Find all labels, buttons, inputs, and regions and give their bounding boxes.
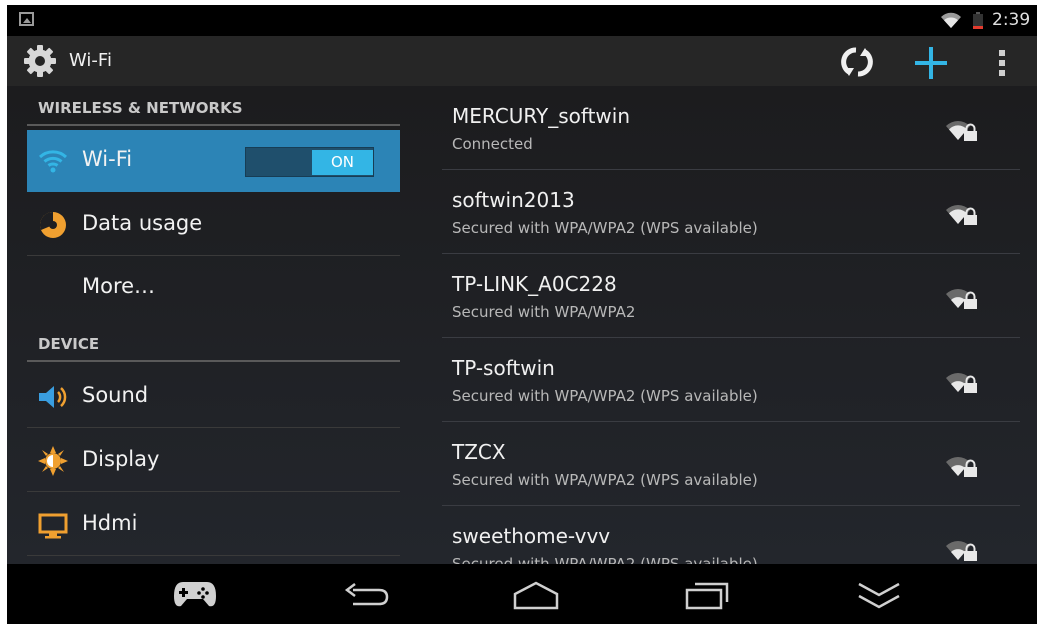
sidebar-item-label: More…: [82, 274, 156, 298]
sidebar-item-wifi[interactable]: Wi-Fi ON: [27, 130, 400, 192]
network-status: Secured with WPA/WPA2 (WPS available): [452, 555, 758, 564]
network-ssid: TZCX: [452, 440, 506, 464]
sidebar-item-data-usage[interactable]: Data usage: [27, 194, 400, 256]
network-status: Secured with WPA/WPA2 (WPS available): [452, 471, 758, 489]
overflow-menu-icon[interactable]: [997, 49, 1007, 77]
locked-wifi-signal-icon: [946, 205, 977, 225]
home-icon[interactable]: [511, 580, 561, 610]
network-row[interactable]: TP-LINK_A0C228 Secured with WPA/WPA2: [442, 254, 1020, 338]
sidebar-item-label: Wi-Fi: [82, 147, 133, 171]
locked-wifi-signal-icon: [946, 289, 977, 309]
settings-content: WIRELESS & NETWORKS Wi-Fi ON Data usage …: [7, 86, 1037, 564]
sidebar-item-label: Hdmi: [82, 511, 138, 535]
speaker-icon: [39, 386, 67, 408]
wifi-signal-icon: [941, 12, 961, 28]
battery-low-icon: [973, 12, 983, 29]
network-ssid: TP-softwin: [452, 356, 555, 380]
network-ssid: TP-LINK_A0C228: [452, 272, 617, 296]
sidebar-item-display[interactable]: Display: [27, 430, 400, 492]
network-row[interactable]: MERCURY_softwin Connected: [442, 86, 1020, 170]
network-row[interactable]: sweethome-vvv Secured with WPA/WPA2 (WPS…: [442, 506, 1020, 564]
network-status: Connected: [452, 135, 533, 153]
locked-wifi-signal-icon: [946, 121, 977, 141]
network-status: Secured with WPA/WPA2 (WPS available): [452, 219, 758, 237]
section-header-device: DEVICE: [27, 322, 400, 362]
network-row[interactable]: TP-softwin Secured with WPA/WPA2 (WPS av…: [442, 338, 1020, 422]
monitor-icon: [38, 513, 68, 539]
locked-wifi-signal-icon: [946, 457, 977, 477]
gallery-notification-icon[interactable]: [19, 12, 34, 26]
back-icon[interactable]: [343, 581, 391, 609]
section-header-wireless: WIRELESS & NETWORKS: [27, 86, 400, 126]
network-status: Secured with WPA/WPA2: [452, 303, 636, 321]
network-status: Secured with WPA/WPA2 (WPS available): [452, 387, 758, 405]
status-bar: 2:39: [7, 5, 1037, 36]
gamepad-icon[interactable]: [173, 578, 217, 610]
clock: 2:39: [992, 10, 1031, 30]
recent-apps-icon[interactable]: [683, 580, 731, 612]
data-usage-icon: [39, 212, 66, 238]
settings-gear-icon[interactable]: [23, 44, 57, 78]
network-list: MERCURY_softwin Connected softwin2013 Se…: [442, 86, 1020, 564]
wifi-toggle[interactable]: ON: [245, 147, 374, 177]
network-ssid: MERCURY_softwin: [452, 104, 631, 128]
sidebar-item-sound[interactable]: Sound: [27, 366, 400, 428]
network-row[interactable]: softwin2013 Secured with WPA/WPA2 (WPS a…: [442, 170, 1020, 254]
wifi-icon: [38, 150, 68, 173]
network-ssid: sweethome-vvv: [452, 524, 611, 548]
settings-sidebar: WIRELESS & NETWORKS Wi-Fi ON Data usage …: [27, 86, 400, 564]
network-row[interactable]: TZCX Secured with WPA/WPA2 (WPS availabl…: [442, 422, 1020, 506]
sidebar-item-label: Display: [82, 447, 160, 471]
navigation-bar: [7, 564, 1037, 624]
action-bar-title: Wi-Fi: [69, 50, 112, 71]
sidebar-item-more[interactable]: More…: [27, 257, 400, 319]
wps-scan-icon[interactable]: [840, 46, 874, 78]
locked-wifi-signal-icon: [946, 541, 977, 561]
add-network-icon[interactable]: [913, 45, 949, 81]
hide-bar-icon[interactable]: [855, 578, 903, 612]
action-bar: Wi-Fi: [7, 36, 1037, 86]
network-ssid: softwin2013: [452, 188, 575, 212]
toggle-knob: ON: [312, 150, 373, 175]
locked-wifi-signal-icon: [946, 373, 977, 393]
sidebar-item-hdmi[interactable]: Hdmi: [27, 494, 400, 556]
sidebar-item-label: Sound: [82, 383, 149, 407]
tablet-screen: 2:39 Wi-Fi WIRELESS & NETWORKS Wi-Fi ON …: [7, 5, 1037, 624]
brightness-icon: [38, 446, 68, 476]
sidebar-item-label: Data usage: [82, 211, 203, 235]
